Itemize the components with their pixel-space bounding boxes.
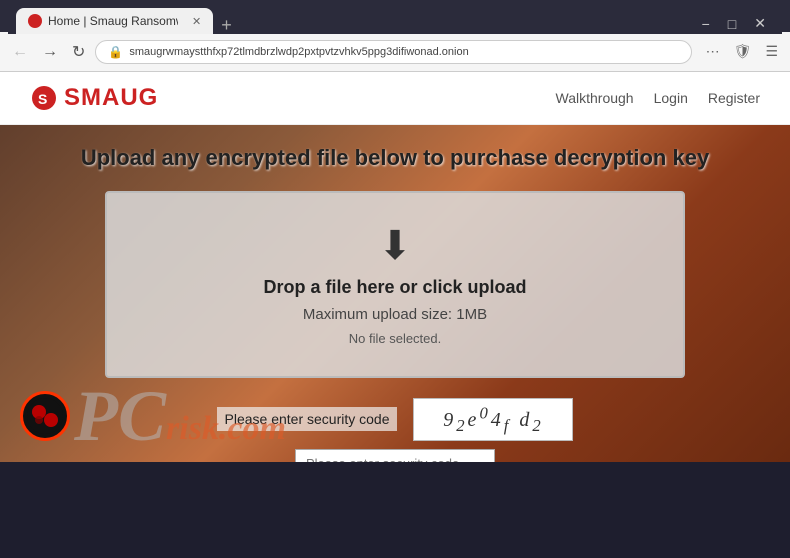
url-text: smaugrwmaystthfxp72tlmdbrzlwdp2pxtpvtzvh… (129, 46, 678, 58)
maximize-button[interactable]: □ (720, 14, 744, 34)
tab-title: Home | Smaug Ransomware (48, 14, 178, 28)
upload-icon: ⬇ (378, 223, 412, 269)
captcha-display: 92e04f d2 (413, 398, 573, 441)
upload-main-label: Drop a file here or click upload (263, 277, 526, 298)
captcha-text: 92e04f d2 (443, 409, 544, 431)
tab-close-button[interactable]: ✕ (192, 15, 201, 28)
navigation-bar: ← → ↻ 🔒 smaugrwmaystthfxp72tlmdbrzlwdp2p… (0, 32, 790, 72)
back-button[interactable]: ← (8, 39, 32, 65)
site-header: S SMAUG Walkthrough Login Register (0, 72, 790, 125)
watermark-pc-text: PC (74, 380, 166, 452)
page-content: S SMAUG Walkthrough Login Register Uploa… (0, 72, 790, 462)
refresh-button[interactable]: ↻ (68, 38, 89, 66)
watermark: PC risk.com (20, 380, 286, 452)
tab-favicon (28, 14, 42, 28)
svg-text:S: S (38, 91, 47, 107)
no-file-label: No file selected. (349, 331, 442, 346)
nav-walkthrough[interactable]: Walkthrough (556, 90, 634, 106)
forward-button[interactable]: → (38, 39, 62, 65)
watermark-icon (20, 391, 70, 441)
minimize-button[interactable]: − (694, 14, 718, 34)
shield-icon[interactable]: 🛡 (730, 39, 756, 64)
browser-chrome: Home | Smaug Ransomware ✕ + − □ ✕ ← → ↻ … (0, 0, 790, 72)
title-bar: Home | Smaug Ransomware ✕ + − □ ✕ (0, 0, 790, 32)
lock-icon: 🔒 (108, 45, 123, 59)
nav-login[interactable]: Login (654, 90, 688, 106)
new-tab-button[interactable]: + (221, 16, 232, 34)
logo-area: S SMAUG (30, 84, 158, 112)
watermark-risk-text: risk.com (166, 412, 286, 446)
pcrisk-logo-icon (25, 396, 65, 436)
nav-register[interactable]: Register (708, 90, 760, 106)
address-bar[interactable]: 🔒 smaugrwmaystthfxp72tlmdbrzlwdp2pxtpvtz… (95, 40, 691, 64)
upload-box[interactable]: ⬇ Drop a file here or click upload Maxim… (105, 191, 685, 378)
logo-icon: S (30, 84, 58, 112)
settings-icon[interactable]: ☰ (761, 39, 782, 64)
page-title: Upload any encrypted file below to purch… (81, 145, 709, 171)
close-button[interactable]: ✕ (746, 13, 774, 34)
upload-size-label: Maximum upload size: 1MB (303, 306, 487, 323)
security-code-input[interactable] (295, 449, 495, 462)
nav-extra-buttons: ⋯ 🛡 ☰ (702, 39, 782, 64)
site-nav: Walkthrough Login Register (556, 90, 760, 106)
active-tab[interactable]: Home | Smaug Ransomware ✕ (16, 8, 213, 34)
tab-bar: Home | Smaug Ransomware ✕ + − □ ✕ (8, 0, 782, 34)
logo-text: SMAUG (64, 84, 158, 112)
extensions-button[interactable]: ⋯ (702, 39, 724, 64)
